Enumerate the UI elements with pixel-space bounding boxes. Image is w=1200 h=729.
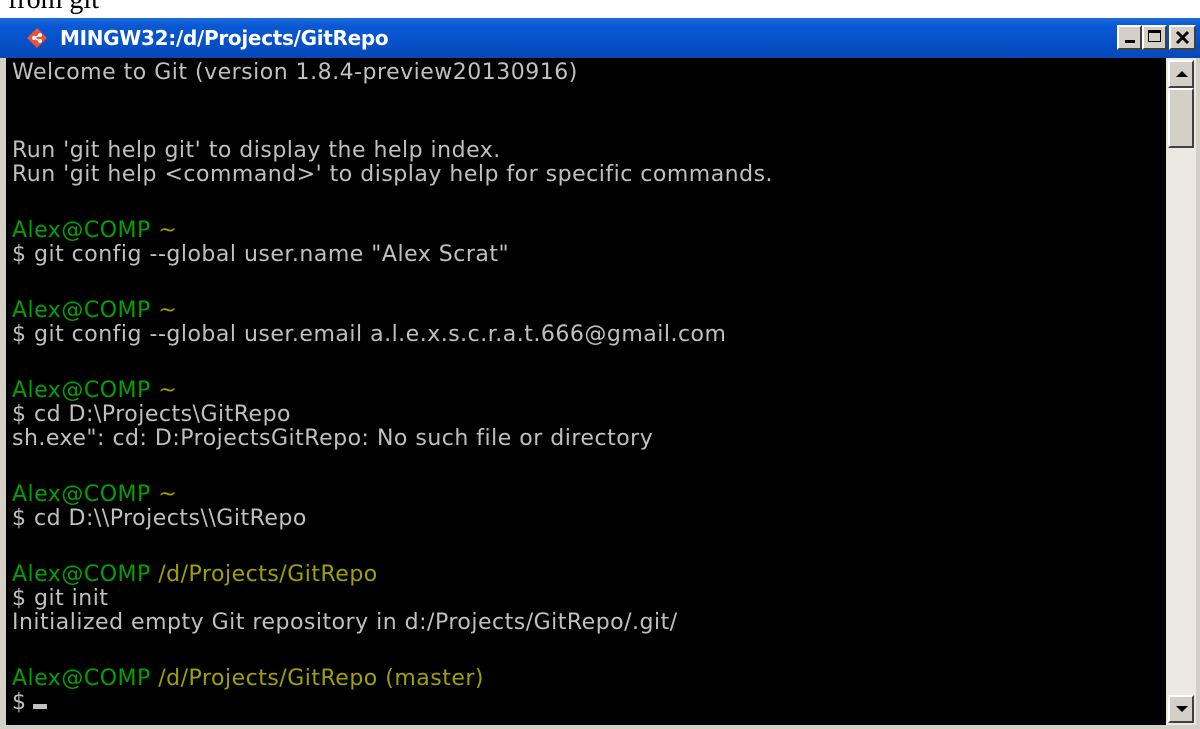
command-line: $ cd D:\Projects\GitRepo [12,402,291,427]
command-line: $ cd D:\\Projects\\GitRepo [12,506,307,531]
command-line: $ git init [12,586,109,611]
prompt-user: Alex@COMP [12,482,151,507]
scroll-up-button[interactable] [1168,60,1194,88]
prompt-line: Alex@COMP ~ [12,482,177,508]
prompt-line: Alex@COMP ~ [12,378,177,404]
title-bar[interactable]: MINGW32:/d/Projects/GitRepo [0,18,1200,58]
arrow-down-icon [1176,706,1188,712]
close-icon [1175,30,1190,45]
arrow-up-icon [1176,71,1188,77]
terminal-line: Run 'git help <command>' to display help… [12,162,774,187]
prompt-user: Alex@COMP [12,666,151,691]
maximize-button[interactable] [1142,25,1167,50]
prompt-path: ~ [158,218,178,243]
terminal-line: Run 'git help git' to display the help i… [12,138,501,163]
prompt-user: Alex@COMP [12,218,151,243]
prompt-symbol: $ [12,690,27,715]
prompt-user: Alex@COMP [12,562,151,587]
error-line: sh.exe": cd: D:ProjectsGitRepo: No such … [12,426,654,451]
output-line: Initialized empty Git repository in d:/P… [12,610,678,635]
caption-text-above: from git [8,0,99,16]
command-line: $ git config --global user.email a.l.e.x… [12,322,727,347]
prompt-path: /d/Projects/GitRepo (master) [158,666,484,691]
terminal-window: MINGW32:/d/Projects/GitRepo Welcome to G… [0,18,1200,729]
window-title: MINGW32:/d/Projects/GitRepo [60,26,389,50]
prompt-user: Alex@COMP [12,378,151,403]
prompt-path: ~ [158,298,178,323]
terminal-output[interactable]: Welcome to Git (version 1.8.4-preview201… [6,58,1166,725]
minimize-icon [1125,40,1135,43]
prompt-user: Alex@COMP [12,298,151,323]
close-button[interactable] [1169,25,1196,50]
prompt-line: Alex@COMP ~ [12,298,177,324]
maximize-icon [1148,30,1161,42]
minimize-button[interactable] [1117,25,1142,50]
prompt-line: Alex@COMP /d/Projects/GitRepo [12,562,378,588]
vertical-scrollbar[interactable] [1166,58,1196,725]
prompt-line: Alex@COMP /d/Projects/GitRepo (master) [12,666,484,692]
git-diamond-icon [27,28,47,48]
scroll-thumb[interactable] [1168,88,1194,148]
prompt-path: /d/Projects/GitRepo [158,562,378,587]
command-prompt-line[interactable]: $ [12,690,47,716]
prompt-path: ~ [158,482,178,507]
command-line: $ git config --global user.name "Alex Sc… [12,242,510,267]
prompt-path: ~ [158,378,178,403]
terminal-line: Welcome to Git (version 1.8.4-preview201… [12,60,578,85]
text-cursor [32,704,47,709]
scroll-down-button[interactable] [1168,695,1194,723]
prompt-line: Alex@COMP ~ [12,218,177,244]
